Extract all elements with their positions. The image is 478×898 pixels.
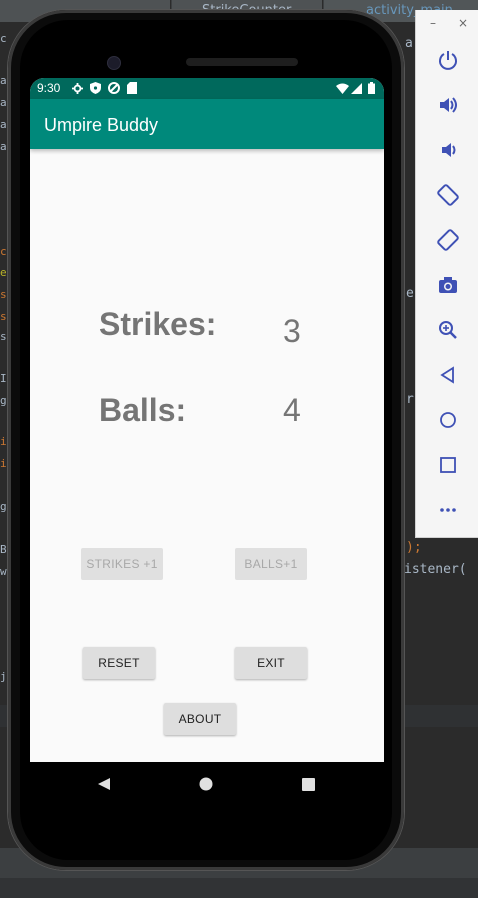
status-bar: 9:30 <box>30 78 384 99</box>
power-icon <box>438 51 457 70</box>
overview-button[interactable] <box>416 445 478 485</box>
overview-icon <box>439 457 456 473</box>
earpiece-speaker <box>186 58 298 66</box>
overview-icon <box>301 777 315 791</box>
zoom-icon <box>438 321 457 339</box>
back-icon <box>98 778 110 790</box>
rotate-left-button[interactable] <box>416 175 478 215</box>
camera-icon <box>438 277 457 293</box>
minimize-button[interactable]: – <box>430 16 436 30</box>
volume-down-icon <box>441 143 455 157</box>
strikes-plus-one-button[interactable]: STRIKES +1 <box>81 548 163 580</box>
signal-icon <box>351 83 362 94</box>
volume-up-icon <box>439 97 457 113</box>
emulator-toolbar: – × <box>415 10 478 538</box>
more-icon <box>439 508 456 512</box>
zoom-button[interactable] <box>416 310 478 350</box>
do-not-disturb-icon <box>108 82 120 94</box>
strikes-value: 3 <box>283 313 301 349</box>
volume-up-button[interactable] <box>416 85 478 125</box>
ide-bottom-strip <box>0 878 478 898</box>
status-time: 9:30 <box>37 81 61 95</box>
back-button[interactable] <box>416 355 478 395</box>
balls-value: 4 <box>283 392 301 428</box>
code-snippet: istener( <box>404 562 467 577</box>
battery-icon <box>368 82 375 94</box>
rotate-right-button[interactable] <box>416 220 478 260</box>
strikes-label: Strikes: <box>99 306 217 342</box>
more-button[interactable] <box>416 490 478 530</box>
code-snippet: a <box>405 36 413 51</box>
code-snippet: e <box>406 286 414 301</box>
app-title: Umpire Buddy <box>44 115 159 135</box>
reset-button[interactable]: RESET <box>83 647 155 679</box>
screenshot-button[interactable] <box>416 265 478 305</box>
settings-icon <box>72 83 83 94</box>
home-icon <box>439 412 456 428</box>
rotate-left-icon <box>436 184 459 206</box>
home-button[interactable] <box>416 400 478 440</box>
nav-back-button[interactable] <box>94 774 114 794</box>
volume-down-button[interactable] <box>416 130 478 170</box>
shield-icon <box>90 82 101 94</box>
wifi-icon <box>336 83 349 94</box>
about-button[interactable]: ABOUT <box>164 703 236 735</box>
app-bar: Umpire Buddy <box>30 99 384 149</box>
home-icon <box>199 777 213 791</box>
code-snippet: r <box>406 392 414 407</box>
sd-card-icon <box>127 82 137 94</box>
nav-home-button[interactable] <box>196 774 216 794</box>
front-camera-icon <box>107 56 121 70</box>
back-icon <box>439 366 454 384</box>
power-button[interactable] <box>416 40 478 80</box>
close-button[interactable]: × <box>458 16 468 30</box>
device-screen: 9:30 Umpire Buddy Strikes: 3 Balls: 4 ST… <box>30 78 384 762</box>
code-snippet: ); <box>406 540 422 555</box>
navigation-bar <box>30 762 384 806</box>
gutter-char: c <box>0 32 7 45</box>
nav-overview-button[interactable] <box>298 774 318 794</box>
exit-button[interactable]: EXIT <box>235 647 307 679</box>
balls-label: Balls: <box>99 392 187 428</box>
balls-plus-one-button[interactable]: BALLS+1 <box>235 548 307 580</box>
rotate-right-icon <box>436 229 459 251</box>
